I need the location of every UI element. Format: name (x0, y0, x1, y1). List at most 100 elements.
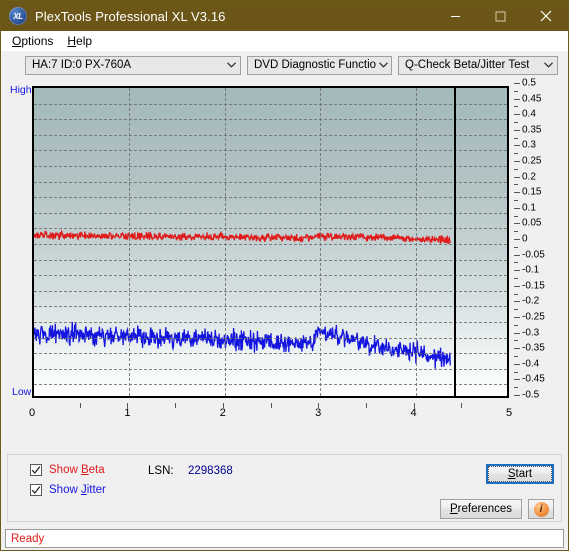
chevron-down-icon (540, 57, 557, 74)
y-axis-minor-tick (514, 387, 518, 389)
y-axis-minor-tick (514, 246, 518, 248)
y-axis-tick (514, 332, 520, 334)
y-axis-tick (514, 223, 520, 225)
grid-line-horizontal (34, 275, 507, 277)
y-axis-tick (514, 83, 520, 84)
maximize-button[interactable] (478, 1, 523, 31)
grid-line-horizontal (34, 197, 507, 199)
y-axis-labels: 0.5 0.45 0.4 0.35 0.3 0.25 0.2 0.15 0.1 0.05 0 -0.0… (514, 77, 554, 403)
controls-panel: Show Beta Show Jitter LSN: 2298368 Start… (7, 454, 562, 522)
drive-select[interactable]: HA:7 ID:0 PX-760A (25, 55, 241, 75)
y-axis-minor-tick (514, 168, 518, 170)
y-axis-tick (514, 317, 520, 318)
y-axis-minor-tick (514, 356, 518, 357)
minimize-button[interactable] (433, 1, 478, 31)
grid-line-vertical (415, 88, 417, 396)
y-axis-minor-tick (514, 122, 518, 123)
y-axis-tick (514, 176, 520, 178)
axis-annotation-high: High (10, 84, 32, 96)
x-axis-tick-label: 2 (219, 407, 226, 419)
chevron-down-icon (223, 57, 240, 74)
y-axis-tick (514, 379, 520, 381)
show-jitter-checkbox[interactable] (30, 484, 42, 496)
grid-line-horizontal (34, 259, 507, 261)
y-axis-tick-label: 0.35 (522, 124, 542, 136)
x-axis-minor-tick (222, 403, 224, 408)
y-axis-tick (514, 114, 520, 116)
y-axis-tick-label: -0.5 (522, 389, 540, 401)
menu-item-help[interactable]: Help (62, 32, 101, 50)
test-select[interactable]: Q-Check Beta/Jitter Test (398, 55, 558, 75)
y-axis-tick-label: -0.15 (522, 280, 545, 292)
function-select[interactable]: DVD Diagnostic Functions (247, 55, 392, 75)
plextools-logo-icon: XL (9, 7, 27, 25)
status-text: Ready (11, 532, 45, 545)
y-axis-minor-tick (514, 340, 518, 342)
x-axis-minor-tick (127, 403, 129, 408)
info-button[interactable]: i (528, 499, 554, 519)
y-axis-tick-label: -0.35 (522, 342, 545, 354)
show-jitter-row[interactable]: Show Jitter (30, 484, 106, 496)
y-axis-minor-tick (514, 262, 518, 264)
grid-line-horizontal (34, 134, 507, 136)
grid-line-horizontal (34, 322, 507, 323)
selector-toolbar: HA:7 ID:0 PX-760A DVD Diagnostic Functio… (1, 51, 568, 79)
x-axis-tick-label: 5 (505, 407, 513, 419)
beta-jitter-plot[interactable] (32, 86, 509, 398)
y-axis-minor-tick (514, 231, 518, 233)
x-axis-labels: 0 1 2 3 4 5 (7, 403, 562, 421)
y-axis-minor-tick (514, 309, 518, 311)
x-axis-tick-label: 4 (410, 407, 417, 419)
y-axis-tick-label: 0.5 (522, 77, 536, 89)
menu-item-help-rest: elp (76, 34, 93, 48)
y-axis-minor-tick (514, 184, 518, 186)
function-select-value: DVD Diagnostic Functions (254, 59, 376, 71)
check-icon (31, 466, 41, 474)
y-axis-tick (514, 207, 520, 209)
grid-line-horizontal (34, 306, 507, 308)
drive-select-value: HA:7 ID:0 PX-760A (32, 59, 132, 71)
y-axis-minor-tick (514, 200, 518, 201)
show-beta-checkbox[interactable] (30, 464, 42, 476)
application-window: XL PlexTools Professional XL V3.16 Optio… (0, 0, 569, 551)
y-axis-minor-tick (514, 106, 518, 108)
grid-line-horizontal (34, 353, 507, 355)
grid-line-horizontal (34, 368, 507, 370)
menu-bar: Options Help (1, 31, 568, 51)
title-bar: XL PlexTools Professional XL V3.16 (1, 1, 568, 31)
menu-item-options[interactable]: Options (7, 32, 62, 50)
y-axis-tick-label: 0.4 (522, 108, 536, 120)
grid-line-horizontal (34, 166, 507, 167)
cursor-line[interactable] (453, 88, 456, 396)
y-axis-tick-label: -0.4 (522, 358, 540, 370)
preferences-button-label: Preferences (449, 503, 512, 515)
show-beta-label: Show Beta (49, 464, 105, 476)
grid-line-vertical (320, 88, 322, 396)
grid-line-horizontal (34, 119, 507, 121)
y-axis-tick (514, 98, 520, 100)
y-axis-tick-label: -0.1 (522, 264, 540, 276)
grid-line-vertical (224, 88, 226, 396)
maximize-icon (495, 11, 506, 21)
lsn-label: LSN: (148, 465, 174, 477)
show-beta-row[interactable]: Show Beta (30, 464, 105, 476)
grid-line-horizontal (34, 228, 507, 230)
start-button[interactable]: Start (486, 464, 554, 484)
y-axis-tick-label: 0.05 (522, 217, 542, 229)
x-axis-minor-tick (318, 403, 320, 408)
y-axis-tick (514, 363, 520, 365)
lsn-value: 2298368 (188, 465, 233, 477)
y-axis-tick-label: 0.2 (522, 171, 536, 183)
y-axis-tick (514, 129, 520, 131)
y-axis-minor-tick (514, 137, 518, 139)
grid-line-horizontal (34, 150, 507, 152)
x-axis-minor-tick (175, 403, 177, 408)
series-jitter-trace (34, 322, 450, 369)
y-axis-minor-tick (514, 293, 518, 295)
close-button[interactable] (523, 1, 568, 31)
x-axis-tick-label: 1 (124, 407, 131, 419)
y-axis-tick (514, 270, 520, 272)
x-axis-minor-tick (413, 403, 415, 408)
y-axis-tick-label: -0.45 (522, 373, 545, 385)
preferences-button[interactable]: Preferences (440, 499, 522, 519)
